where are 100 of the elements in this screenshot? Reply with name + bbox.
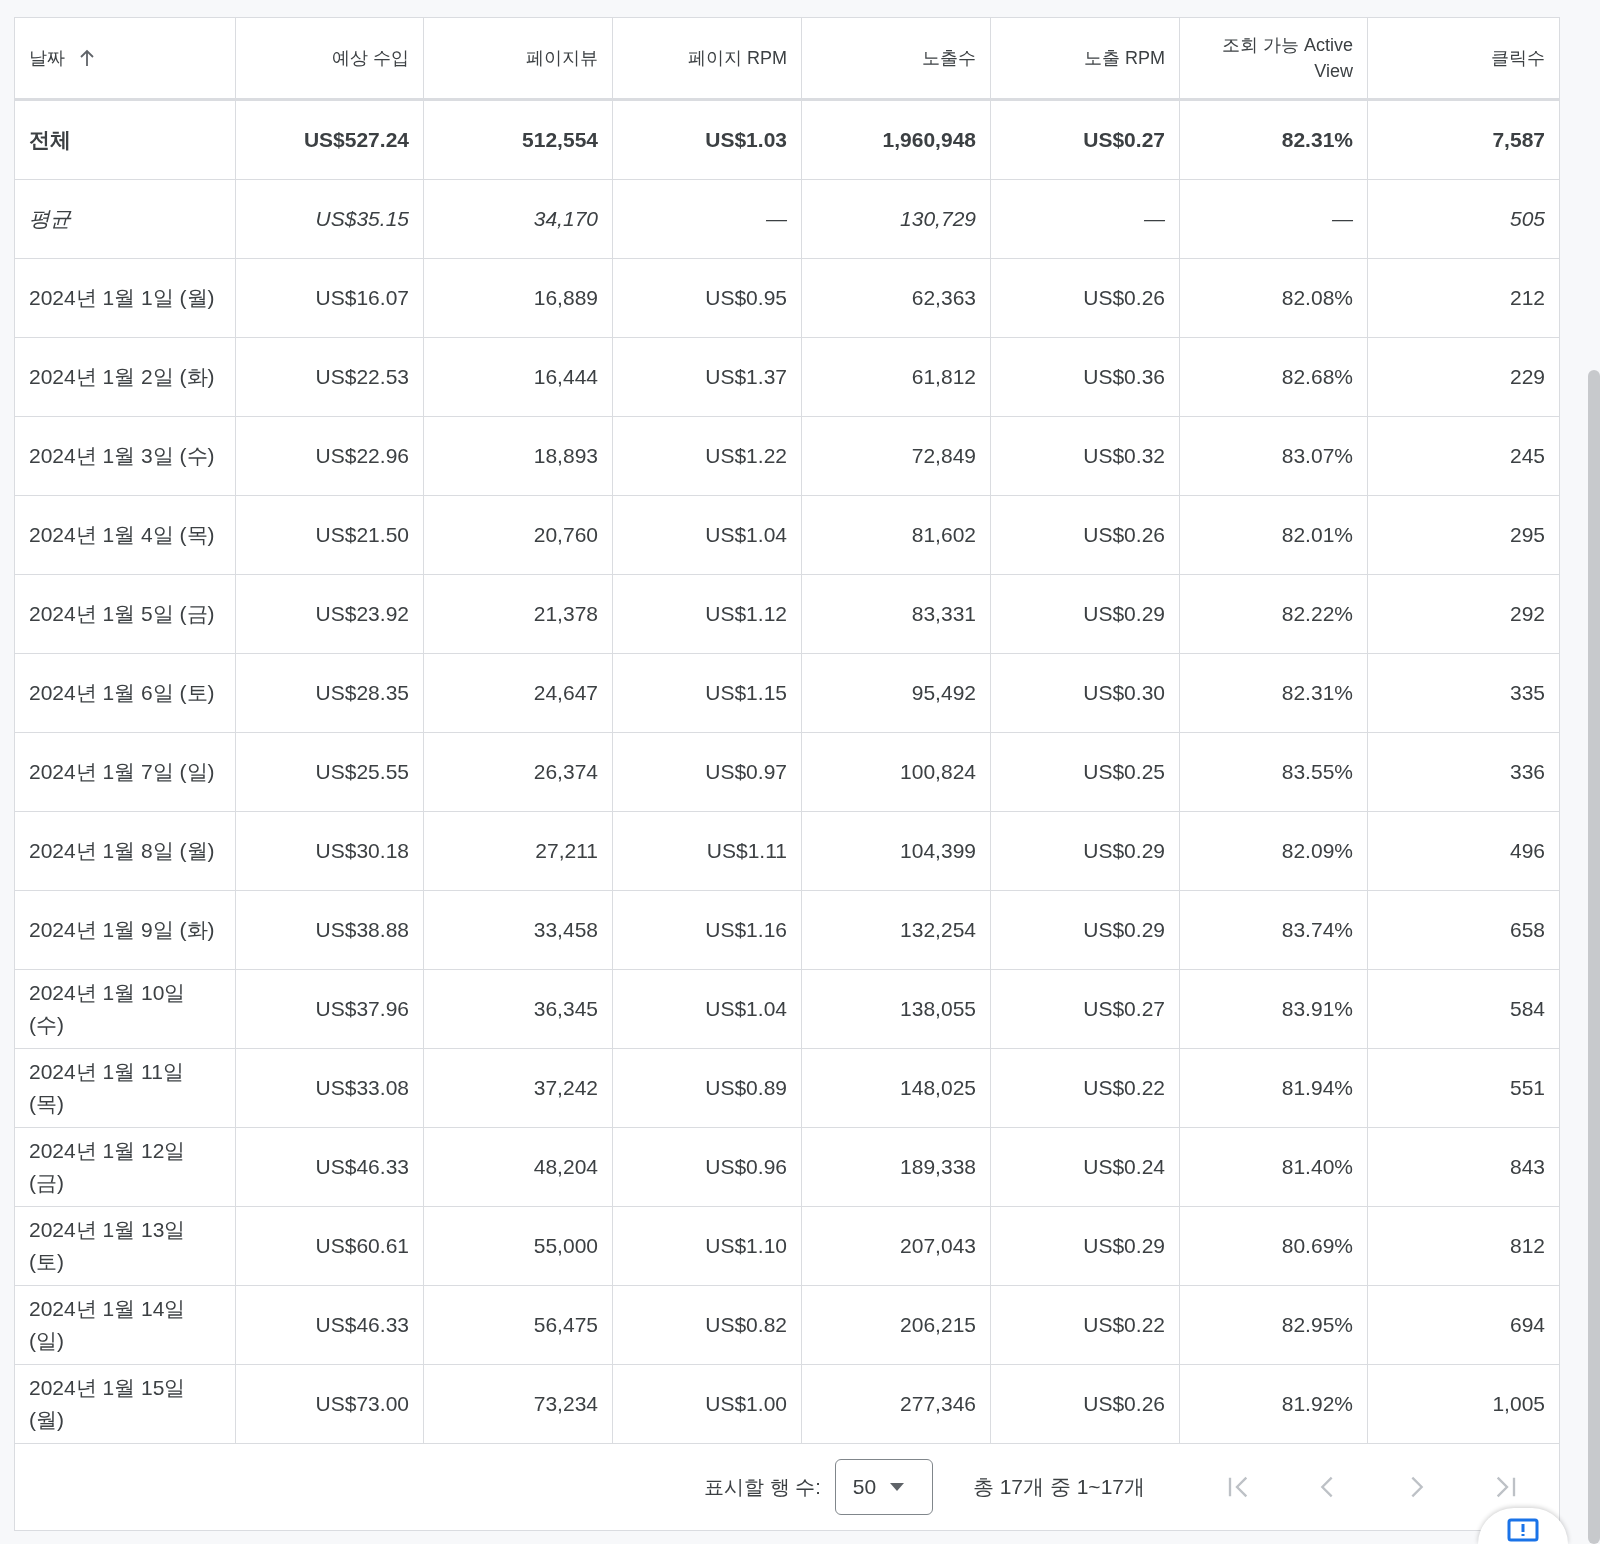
- table-cell: US$22.96: [236, 417, 424, 495]
- table-cell-text: 245: [1508, 443, 1546, 469]
- table-cell: 82.95%: [1180, 1286, 1368, 1364]
- table-cell: 62,363: [802, 259, 991, 337]
- table-cell-text: 584: [1508, 996, 1546, 1022]
- column-header[interactable]: 페이지뷰: [526, 45, 598, 71]
- date-cell: 2024년 1월 4일 (목): [15, 496, 236, 574]
- table-cell: 83.07%: [1180, 417, 1368, 495]
- table-cell: 206,215: [802, 1286, 991, 1364]
- rows-per-page-label: 표시할 행 수:: [704, 1474, 821, 1500]
- table-cell: US$0.32: [991, 417, 1180, 495]
- table-cell: 104,399: [802, 812, 991, 890]
- table-cell: 82.08%: [1180, 259, 1368, 337]
- table-cell-text: 812: [1508, 1233, 1546, 1259]
- column-header[interactable]: 날짜: [29, 45, 65, 71]
- table-cell: US$73.00: [236, 1365, 424, 1443]
- table-cell: US$0.27: [991, 970, 1180, 1048]
- table-cell: 95,492: [802, 654, 991, 732]
- table-cell: 138,055: [802, 970, 991, 1048]
- table-cell: —: [613, 180, 802, 258]
- table-cell: 81.94%: [1180, 1049, 1368, 1127]
- date-cell: 2024년 1월 2일 (화): [15, 338, 236, 416]
- table-cell: 20,760: [424, 496, 613, 574]
- table-cell-text: 292: [1508, 601, 1546, 627]
- table-cell: 56,475: [424, 1286, 613, 1364]
- table-cell: 1,960,948: [802, 101, 991, 179]
- table-cell: US$1.11: [613, 812, 802, 890]
- table-cell: US$25.55: [236, 733, 424, 811]
- table-cell-text: 1,005: [1491, 1391, 1546, 1417]
- table-cell: 82.01%: [1180, 496, 1368, 574]
- table-cell: 82.31%: [1180, 101, 1368, 179]
- table-cell-text: 335: [1508, 680, 1546, 706]
- table-cell: 81,602: [802, 496, 991, 574]
- table-cell: US$0.22: [991, 1286, 1180, 1364]
- column-header[interactable]: 노출 RPM: [1084, 45, 1165, 71]
- table-cell-text: 551: [1508, 1075, 1546, 1101]
- table-cell: 81.92%: [1180, 1365, 1368, 1443]
- date-cell: 2024년 1월 5일 (금): [15, 575, 236, 653]
- table-cell: 148,025: [802, 1049, 991, 1127]
- column-header[interactable]: 클릭수: [1491, 45, 1545, 71]
- table-cell: US$28.35: [236, 654, 424, 732]
- date-cell: 2024년 1월 11일 (목): [15, 1049, 236, 1127]
- table-cell: 55,000: [424, 1207, 613, 1285]
- table-cell-text: 843: [1508, 1154, 1546, 1180]
- table-cell: US$46.33: [236, 1286, 424, 1364]
- table-cell: US$60.61: [236, 1207, 424, 1285]
- dropdown-caret-icon: [890, 1483, 905, 1491]
- column-header[interactable]: 노출수: [922, 45, 976, 71]
- page-range: 총 17개 중 1~17개: [972, 1474, 1145, 1500]
- rows-per-page-select[interactable]: 50: [834, 1459, 933, 1515]
- table-cell: US$16.07: [236, 259, 424, 337]
- table-cell: US$1.04: [613, 970, 802, 1048]
- table-cell: 132,254: [802, 891, 991, 969]
- table-cell: US$1.12: [613, 575, 802, 653]
- table-cell: 24,647: [424, 654, 613, 732]
- table-cell: 512,554: [424, 101, 613, 179]
- table-cell: 100,824: [802, 733, 991, 811]
- table-cell: US$1.15: [613, 654, 802, 732]
- table-cell: 189,338: [802, 1128, 991, 1206]
- table-cell: 207,043: [802, 1207, 991, 1285]
- table-cell: US$22.53: [236, 338, 424, 416]
- table-cell: 83.55%: [1180, 733, 1368, 811]
- table-cell: 82.31%: [1180, 654, 1368, 732]
- table-cell: 36,345: [424, 970, 613, 1048]
- table-cell: 83.74%: [1180, 891, 1368, 969]
- table-cell-text: 505: [1508, 206, 1546, 232]
- table-cell: US$0.26: [991, 1365, 1180, 1443]
- table-cell: US$0.97: [613, 733, 802, 811]
- date-cell: 2024년 1월 14일 (일): [15, 1286, 236, 1364]
- table-cell: US$527.24: [236, 101, 424, 179]
- column-header[interactable]: 조회 가능 Active View: [1194, 32, 1353, 84]
- table-cell: 16,444: [424, 338, 613, 416]
- table-cell: US$1.16: [613, 891, 802, 969]
- table-cell-text: 229: [1508, 364, 1546, 390]
- table-cell: US$0.82: [613, 1286, 802, 1364]
- date-cell: 2024년 1월 9일 (화): [15, 891, 236, 969]
- table-cell: 83.91%: [1180, 970, 1368, 1048]
- table-cell-text: 694: [1508, 1312, 1546, 1338]
- column-header[interactable]: 페이지 RPM: [688, 45, 787, 71]
- date-cell: 2024년 1월 6일 (토): [15, 654, 236, 732]
- table-cell: 27,211: [424, 812, 613, 890]
- table-cell: US$1.22: [613, 417, 802, 495]
- table-cell: US$0.29: [991, 1207, 1180, 1285]
- table-cell: 82.09%: [1180, 812, 1368, 890]
- date-cell: 2024년 1월 1일 (월): [15, 259, 236, 337]
- scrollbar[interactable]: [1588, 370, 1600, 1544]
- table-cell-text: 295: [1508, 522, 1546, 548]
- table-cell: 82.68%: [1180, 338, 1368, 416]
- table-cell: —: [1180, 180, 1368, 258]
- table-cell: US$1.00: [613, 1365, 802, 1443]
- sort-arrow-icon[interactable]: [79, 49, 95, 67]
- table-cell: US$0.26: [991, 496, 1180, 574]
- table-cell: US$0.24: [991, 1128, 1180, 1206]
- table-cell: —: [991, 180, 1180, 258]
- table-cell: US$23.92: [236, 575, 424, 653]
- date-cell: 2024년 1월 8일 (월): [15, 812, 236, 890]
- table-cell: US$21.50: [236, 496, 424, 574]
- table-cell: US$1.37: [613, 338, 802, 416]
- table-cell: 61,812: [802, 338, 991, 416]
- column-header[interactable]: 예상 수입: [332, 45, 409, 71]
